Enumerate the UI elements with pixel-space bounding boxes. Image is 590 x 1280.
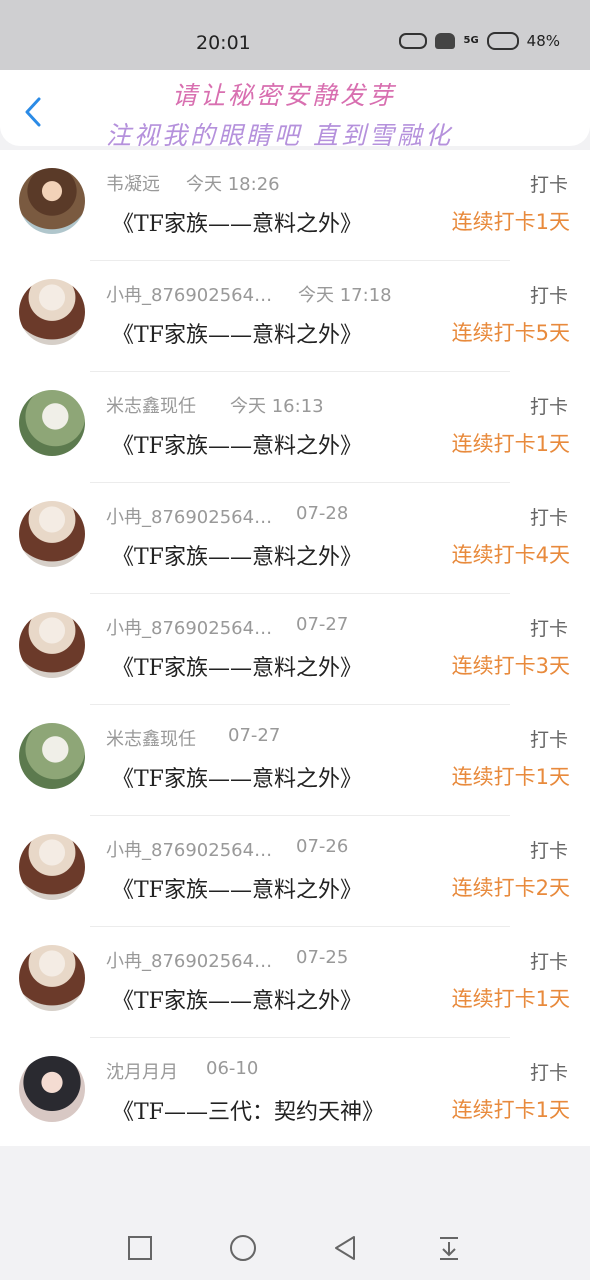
checkin-type: 打卡 bbox=[529, 174, 568, 196]
work-title[interactable]: 《TF——三代：契约天神》 bbox=[112, 1094, 384, 1126]
checkin-type: 打卡 bbox=[529, 729, 568, 751]
status-time: 20:01 bbox=[196, 32, 251, 54]
list-item[interactable]: 沈月月月 06-10 打卡 《TF——三代：契约天神》 连续打卡1天 bbox=[0, 1038, 590, 1149]
bear-icon bbox=[435, 33, 456, 49]
user-name[interactable]: 小冉_876902564… bbox=[106, 503, 272, 529]
streak-count: 连续打卡1天 bbox=[451, 1098, 570, 1122]
post-time: 今天 18:26 bbox=[186, 174, 280, 195]
checkin-type: 打卡 bbox=[529, 507, 568, 529]
system-nav-bar bbox=[0, 1216, 590, 1280]
post-time: 今天 17:18 bbox=[298, 285, 392, 306]
post-time: 今天 16:13 bbox=[230, 396, 324, 417]
user-name[interactable]: 米志鑫现任 bbox=[106, 725, 196, 751]
checkin-type: 打卡 bbox=[529, 396, 568, 418]
banner-line1: 请让秘密安静发芽 bbox=[172, 81, 397, 110]
list-item[interactable]: 小冉_876902564… 今天 17:18 打卡 《TF家族——意料之外》 连… bbox=[0, 261, 590, 372]
user-name[interactable]: 米志鑫现任 bbox=[106, 392, 196, 418]
post-time: 07-27 bbox=[296, 614, 349, 635]
home-icon bbox=[230, 1235, 256, 1261]
work-title[interactable]: 《TF家族——意料之外》 bbox=[112, 539, 362, 571]
network-5g-icon: 5G bbox=[463, 35, 479, 46]
notification-pull-button[interactable] bbox=[435, 1234, 463, 1262]
streak-count: 连续打卡5天 bbox=[451, 321, 570, 345]
avatar[interactable] bbox=[19, 945, 85, 1011]
banner-line2: 注视我的眼睛吧 直到雪融化 bbox=[106, 121, 453, 150]
user-name[interactable]: 小冉_876902564… bbox=[106, 614, 272, 640]
streak-count: 连续打卡1天 bbox=[451, 987, 570, 1011]
streak-count: 连续打卡2天 bbox=[451, 876, 570, 900]
recent-apps-button[interactable] bbox=[126, 1234, 154, 1262]
user-name[interactable]: 小冉_876902564… bbox=[106, 947, 272, 973]
list-item[interactable]: 小冉_876902564… 07-27 打卡 《TF家族——意料之外》 连续打卡… bbox=[0, 594, 590, 705]
work-title[interactable]: 《TF家族——意料之外》 bbox=[112, 761, 362, 793]
avatar[interactable] bbox=[19, 501, 85, 567]
work-title[interactable]: 《TF家族——意料之外》 bbox=[112, 872, 362, 904]
status-icons: 5G 48% bbox=[399, 32, 560, 50]
chevron-left-icon bbox=[25, 97, 41, 127]
checkin-type: 打卡 bbox=[529, 285, 568, 307]
post-time: 06-10 bbox=[206, 1058, 259, 1079]
avatar[interactable] bbox=[19, 612, 85, 678]
header: 请让秘密安静发芽 注视我的眼睛吧 直到雪融化 bbox=[0, 70, 590, 150]
recent-apps-icon bbox=[128, 1236, 152, 1260]
back-nav-button[interactable] bbox=[332, 1234, 360, 1262]
rabbit-icon bbox=[486, 32, 519, 50]
list-item[interactable]: 韦凝远 今天 18:26 打卡 《TF家族——意料之外》 连续打卡1天 bbox=[0, 150, 590, 261]
home-button[interactable] bbox=[229, 1234, 257, 1262]
avatar[interactable] bbox=[19, 1056, 85, 1122]
streak-count: 连续打卡4天 bbox=[451, 543, 570, 567]
list-item[interactable]: 小冉_876902564… 07-25 打卡 《TF家族——意料之外》 连续打卡… bbox=[0, 927, 590, 1038]
back-icon bbox=[335, 1236, 355, 1260]
list-item[interactable]: 小冉_876902564… 07-26 打卡 《TF家族——意料之外》 连续打卡… bbox=[0, 816, 590, 927]
avatar[interactable] bbox=[19, 723, 85, 789]
streak-count: 连续打卡3天 bbox=[451, 654, 570, 678]
status-bar: 20:01 5G 48% bbox=[0, 0, 590, 70]
avatar[interactable] bbox=[19, 168, 85, 234]
streak-count: 连续打卡1天 bbox=[451, 210, 570, 234]
list-item[interactable]: 米志鑫现任 07-27 打卡 《TF家族——意料之外》 连续打卡1天 bbox=[0, 705, 590, 816]
user-name[interactable]: 韦凝远 bbox=[106, 170, 160, 196]
checkin-list: 韦凝远 今天 18:26 打卡 《TF家族——意料之外》 连续打卡1天 小冉_8… bbox=[0, 150, 590, 1146]
checkin-type: 打卡 bbox=[529, 618, 568, 640]
post-time: 07-26 bbox=[296, 836, 349, 857]
streak-count: 连续打卡1天 bbox=[451, 432, 570, 456]
list-item[interactable]: 米志鑫现任 今天 16:13 打卡 《TF家族——意料之外》 连续打卡1天 bbox=[0, 372, 590, 483]
checkin-type: 打卡 bbox=[529, 840, 568, 862]
sleep-mask-icon bbox=[399, 33, 428, 49]
streak-count: 连续打卡1天 bbox=[451, 765, 570, 789]
checkin-type: 打卡 bbox=[529, 1062, 568, 1084]
post-time: 07-27 bbox=[228, 725, 281, 746]
list-item[interactable]: 小冉_876902564… 07-28 打卡 《TF家族——意料之外》 连续打卡… bbox=[0, 483, 590, 594]
post-time: 07-25 bbox=[296, 947, 349, 968]
battery-level: 48% bbox=[526, 32, 560, 50]
work-title[interactable]: 《TF家族——意料之外》 bbox=[112, 983, 362, 1015]
work-title[interactable]: 《TF家族——意料之外》 bbox=[112, 650, 362, 682]
avatar[interactable] bbox=[19, 390, 85, 456]
work-title[interactable]: 《TF家族——意料之外》 bbox=[112, 206, 362, 238]
user-name[interactable]: 沈月月月 bbox=[106, 1058, 178, 1084]
user-name[interactable]: 小冉_876902564… bbox=[106, 281, 272, 307]
work-title[interactable]: 《TF家族——意料之外》 bbox=[112, 428, 362, 460]
post-time: 07-28 bbox=[296, 503, 349, 524]
avatar[interactable] bbox=[19, 834, 85, 900]
work-title[interactable]: 《TF家族——意料之外》 bbox=[112, 317, 362, 349]
checkin-type: 打卡 bbox=[529, 951, 568, 973]
notification-pull-icon bbox=[440, 1237, 458, 1260]
avatar[interactable] bbox=[19, 279, 85, 345]
user-name[interactable]: 小冉_876902564… bbox=[106, 836, 272, 862]
back-button[interactable] bbox=[18, 94, 48, 130]
